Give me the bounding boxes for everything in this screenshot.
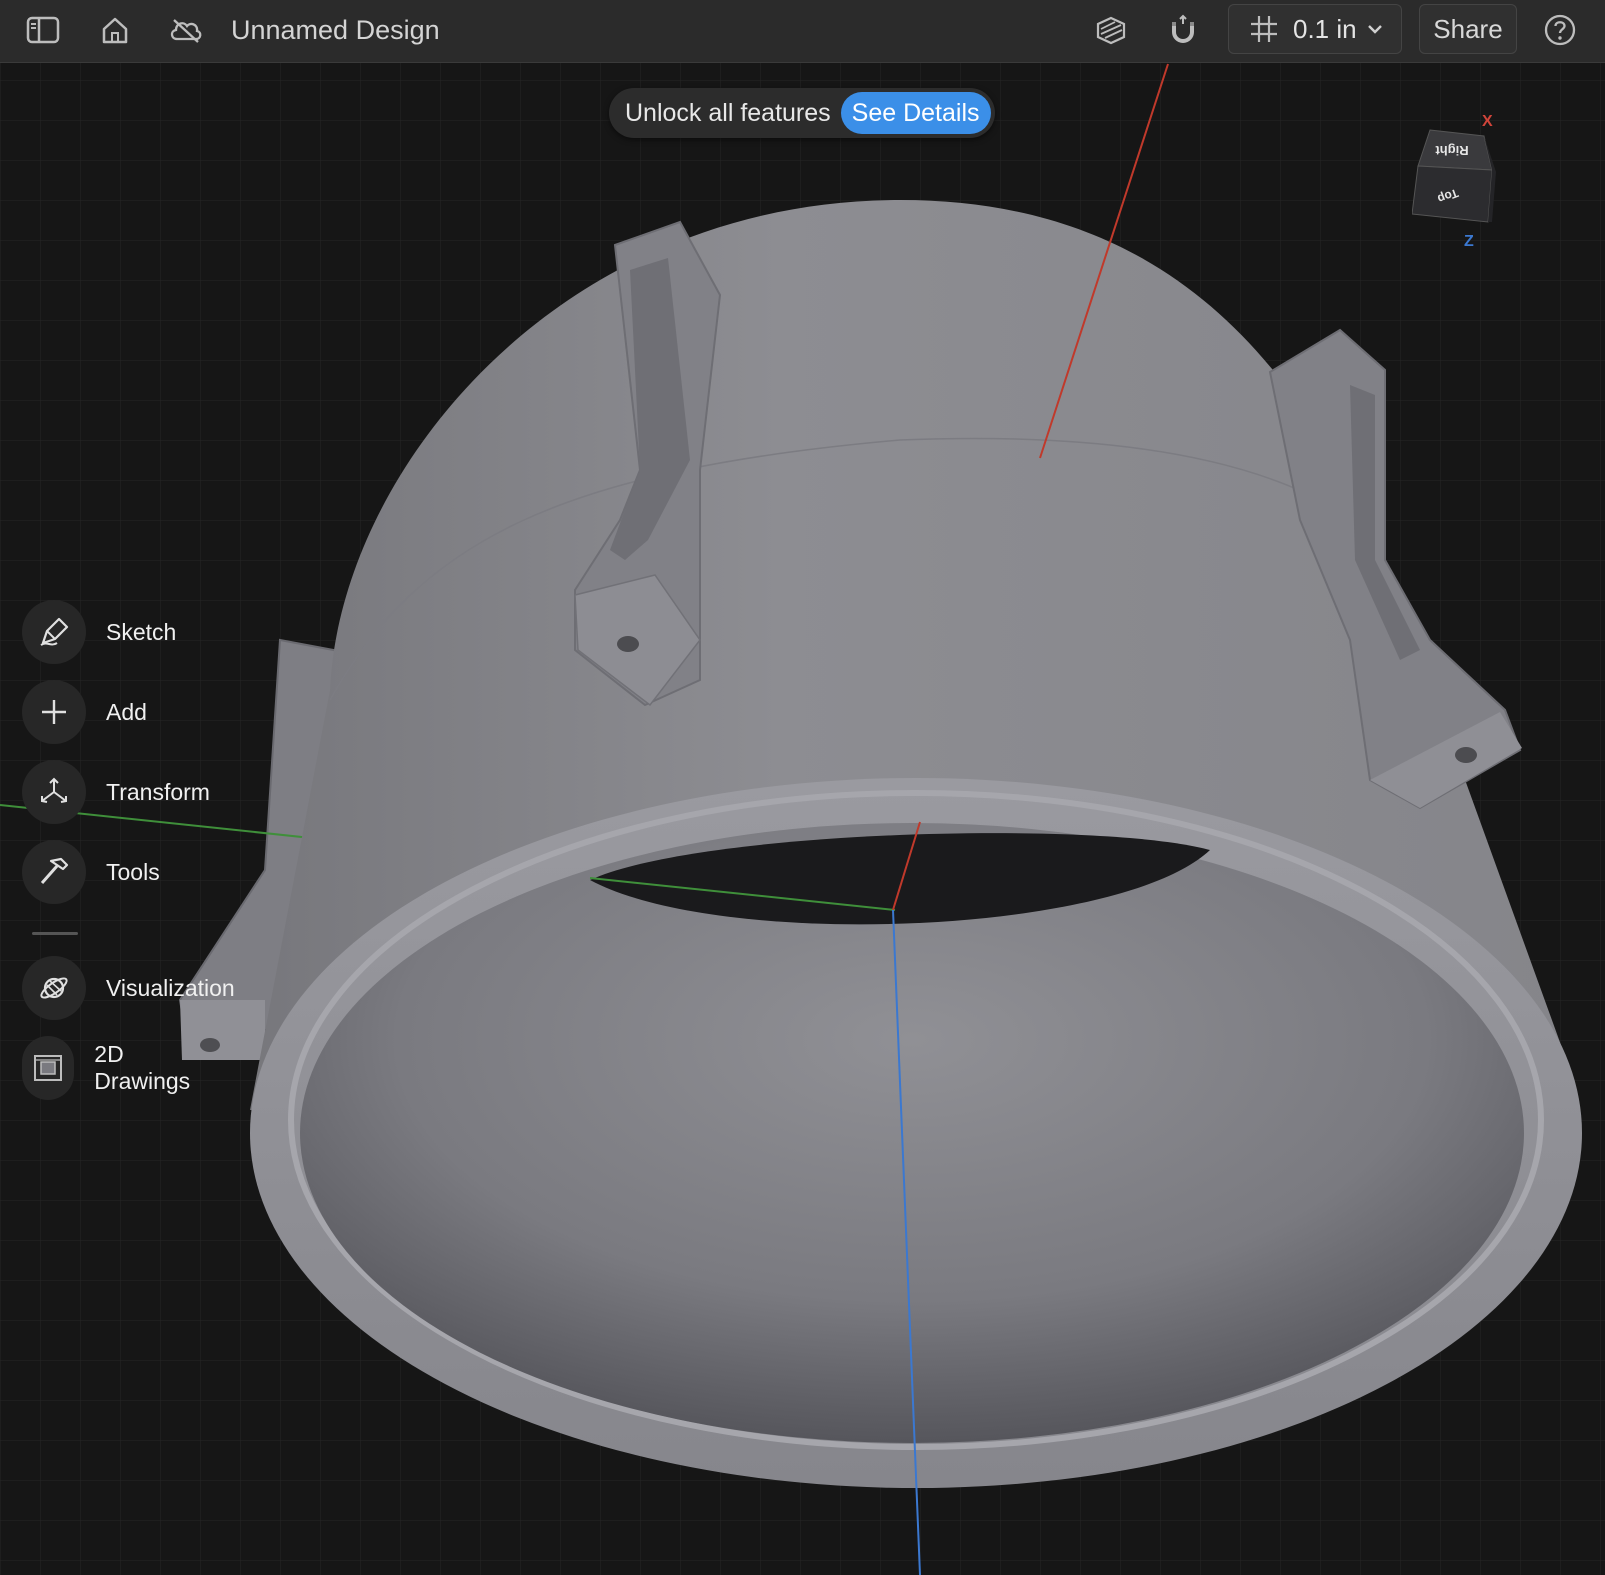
tool-2d-drawings-label: 2D Drawings <box>94 1041 191 1094</box>
drawing-frame-icon <box>22 1036 75 1100</box>
viewcube-face-top: Right <box>1435 143 1469 158</box>
plus-icon <box>22 680 86 744</box>
render-style-icon[interactable] <box>1088 7 1134 53</box>
share-button[interactable]: Share <box>1419 4 1517 54</box>
help-icon[interactable] <box>1537 7 1583 53</box>
upgrade-banner: Unlock all features See Details <box>609 88 995 138</box>
home-icon[interactable] <box>92 7 138 53</box>
hammer-icon <box>22 840 86 904</box>
tool-2d-drawings[interactable]: 2D Drawings <box>22 1036 202 1100</box>
grid-icon <box>1249 14 1279 44</box>
tool-menu-divider <box>32 932 78 935</box>
tool-transform-label: Transform <box>106 778 210 805</box>
grid-size-value: 0.1 in <box>1293 13 1357 44</box>
model-scene[interactable] <box>0 62 1605 1575</box>
upgrade-banner-text: Unlock all features <box>625 98 831 127</box>
planet-icon <box>22 956 86 1020</box>
design-title[interactable]: Unnamed Design <box>231 10 440 50</box>
viewcube-axis-x: X <box>1482 113 1493 130</box>
tool-sketch-label: Sketch <box>106 618 177 645</box>
3d-viewport[interactable]: Right Top X Y Z <box>0 62 1605 1575</box>
top-toolbar: Unnamed Design 0.1 in Share <box>0 0 1605 63</box>
chevron-down-icon <box>1367 23 1383 35</box>
tool-visualization[interactable]: Visualization <box>22 956 235 1020</box>
view-cube[interactable]: Right Top X Y Z <box>1388 112 1522 252</box>
snap-magnet-icon[interactable] <box>1160 7 1206 53</box>
cloud-offline-icon[interactable] <box>163 7 209 53</box>
see-details-button[interactable]: See Details <box>840 92 991 134</box>
tool-tools[interactable]: Tools <box>22 840 160 904</box>
pen-icon <box>22 600 86 664</box>
viewcube-axis-z: Z <box>1464 233 1474 250</box>
grid-size-selector[interactable]: 0.1 in <box>1228 4 1402 54</box>
tool-add-label: Add <box>106 698 147 725</box>
tool-sketch[interactable]: Sketch <box>22 600 176 664</box>
tool-visualization-label: Visualization <box>106 974 235 1001</box>
tool-transform[interactable]: Transform <box>22 760 210 824</box>
sidebar-toggle-icon[interactable] <box>20 7 66 53</box>
tool-tools-label: Tools <box>106 858 160 885</box>
transform-arrows-icon <box>22 760 86 824</box>
tool-add[interactable]: Add <box>22 680 147 744</box>
